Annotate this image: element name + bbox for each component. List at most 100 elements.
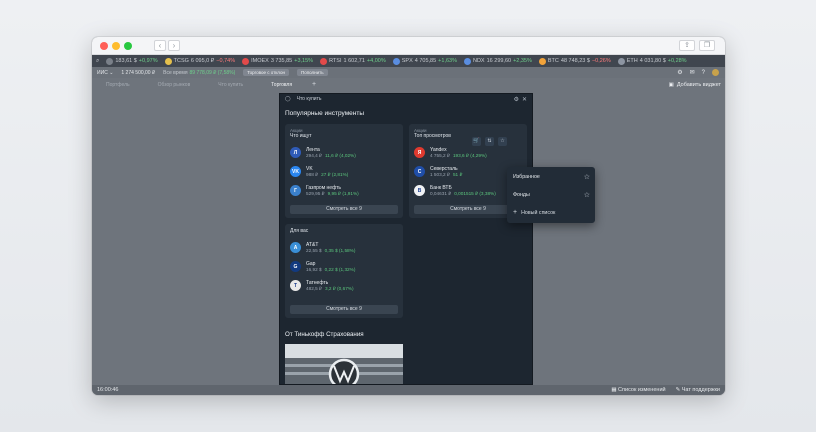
close-window-button[interactable]: [100, 42, 108, 50]
dropdown-item-label: Избранное: [513, 174, 540, 180]
tab-market-overview[interactable]: Обзор рынков: [158, 82, 191, 88]
tab-what-to-buy[interactable]: Что купить: [218, 82, 243, 88]
ticker-item[interactable]: BTC 48 748,23 $ −0,26%: [538, 57, 611, 65]
cart-icon[interactable]: 🛒: [472, 137, 481, 146]
tab-trading[interactable]: Торговля: [271, 82, 292, 88]
ticker-name: SPX: [401, 58, 413, 64]
ticker-price: 3 735,85: [270, 58, 293, 64]
ticker-name: ETH: [626, 58, 638, 64]
see-all-button[interactable]: Смотреть все 9: [414, 205, 522, 214]
account-bar: ИИС ⌄ 1 274 500,00 ₽ Все время 89 778,09…: [92, 67, 725, 78]
help-icon[interactable]: ?: [702, 70, 705, 76]
ticker-icon: [463, 57, 471, 65]
star-icon[interactable]: ☆: [584, 191, 590, 199]
widget-title: Популярные инструменты: [285, 110, 365, 117]
maximize-window-button[interactable]: [124, 42, 132, 50]
title-bar: ‹ › ⇪ ❐: [92, 37, 725, 55]
ticker-icon: [164, 57, 172, 65]
search-icon[interactable]: ⌕: [96, 58, 99, 65]
instrument-change: 27 ₽ (2,81%): [321, 171, 349, 177]
compare-icon[interactable]: ⇅: [485, 137, 494, 146]
ticker-name: NDX: [472, 58, 485, 64]
instrument-change: 51 ₽: [452, 171, 463, 177]
account-selector[interactable]: ИИС ⌄: [97, 70, 113, 76]
browser-window: ‹ › ⇪ ❐ ⌕ 183,61 $ +0,97% TCSG 6 095,0 ₽ −0,…: [92, 37, 725, 395]
instrument-change: 9,95 ₽ (1,91%): [327, 190, 359, 196]
instrument-change: 11,6 ₽ (4,02%): [325, 152, 356, 158]
settings-icon[interactable]: ⚙: [677, 69, 682, 76]
instrument-row[interactable]: В Банк ВТБ 0,04631 ₽0,001515 ₽ (3,38%): [414, 181, 522, 200]
ticker-change: +1,63%: [438, 58, 457, 64]
card-for-you: Для вас A AT&T 22,55 $0,35 $ (1,58%) G Gap 16,…: [285, 224, 403, 318]
instrument-row[interactable]: Г Газпром нефть 529,95 ₽9,95 ₽ (1,91%): [290, 181, 398, 200]
new-list-button[interactable]: + Новый список: [513, 209, 590, 216]
instrument-change: 0,001515 ₽ (3,38%): [454, 190, 496, 196]
minimize-window-button[interactable]: [112, 42, 120, 50]
ticker-price: 4 031,80 $: [639, 58, 666, 64]
ticker-item[interactable]: ETH 4 031,80 $ +0,28%: [617, 57, 687, 65]
plus-icon: +: [513, 209, 518, 216]
trade-chip[interactable]: Торговое с отклон: [243, 69, 289, 76]
instrument-price: 529,95 ₽: [306, 190, 325, 196]
changelog-link[interactable]: ▦ Список изменений: [611, 387, 665, 393]
dropdown-item-funds[interactable]: Фонды ☆: [513, 191, 590, 199]
dropdown-item-favorites[interactable]: Избранное ☆: [513, 173, 590, 181]
deposit-button[interactable]: Пополнить: [296, 69, 328, 76]
ticker-item[interactable]: TCSG 6 095,0 ₽ −0,74%: [164, 57, 235, 65]
instrument-logo-icon: Г: [290, 185, 301, 196]
forward-icon[interactable]: ›: [168, 40, 180, 51]
ticker-item[interactable]: IMOEX 3 735,85 +3,15%: [242, 57, 314, 65]
ticker-name: IMOEX: [251, 58, 269, 64]
promo-image[interactable]: [285, 344, 403, 384]
instrument-logo-icon: G: [290, 261, 301, 272]
widget-header-title: Что купить: [296, 96, 322, 102]
instrument-logo-icon: VK: [290, 166, 301, 177]
ticker-item[interactable]: NDX 16 299,60 +2,35%: [463, 57, 532, 65]
ticker-change: +3,15%: [294, 58, 314, 64]
ticker-icon: [392, 57, 400, 65]
instrument-row[interactable]: С Северсталь 1 503,2 ₽51 ₽: [414, 162, 522, 181]
share-icon[interactable]: ⇪: [679, 40, 695, 51]
workspace-tabs: Портфель Обзор рынков Что купить Торговл…: [92, 78, 725, 91]
back-icon[interactable]: ‹: [154, 40, 166, 51]
instrument-row[interactable]: A AT&T 22,55 $0,35 $ (1,58%): [290, 238, 398, 257]
mail-icon[interactable]: ✉: [690, 69, 695, 76]
add-tab-icon[interactable]: +: [312, 81, 316, 88]
new-list-label: Новый список: [521, 209, 556, 216]
avatar[interactable]: [712, 69, 719, 76]
ticker-item[interactable]: 183,61 $ +0,97%: [106, 57, 158, 65]
ticker-item[interactable]: SPX 4 705,85 +1,63%: [392, 57, 457, 65]
close-icon[interactable]: ✕: [522, 96, 527, 103]
ticker-icon: [320, 57, 328, 65]
ticker-change: +2,35%: [513, 58, 532, 64]
instrument-row[interactable]: VK VK 988 ₽27 ₽ (2,81%): [290, 162, 398, 181]
star-icon[interactable]: ☆: [584, 173, 590, 181]
instrument-price: 482,5 ₽: [306, 285, 323, 291]
instrument-price: 16,92 $: [306, 267, 322, 272]
tabs-overview-icon[interactable]: ❐: [699, 40, 715, 51]
star-icon[interactable]: ☆: [498, 137, 507, 146]
favorites-dropdown: Избранное ☆ Фонды ☆ + Новый список: [507, 167, 595, 223]
ticker-price: 183,61 $: [115, 58, 137, 64]
ticker-item[interactable]: RTSI 1 602,71 +4,00%: [320, 57, 386, 65]
instrument-price: 988 ₽: [306, 171, 319, 177]
ticker-change: +0,28%: [667, 58, 687, 64]
add-widget-button[interactable]: ▣ Добавить виджет: [669, 82, 721, 88]
instrument-row[interactable]: G Gap 16,92 $0,22 $ (1,32%): [290, 257, 398, 276]
ticker-icon: [617, 57, 625, 65]
instrument-price: 4 755,2 ₽: [430, 152, 450, 158]
instrument-row[interactable]: Т Татнефть 482,5 ₽3,2 ₽ (0,67%): [290, 276, 398, 295]
card-subtitle: Для вас: [290, 228, 309, 234]
support-chat-link[interactable]: ✎ Чат поддержки: [676, 387, 720, 393]
see-all-button[interactable]: Смотреть все 9: [290, 205, 398, 214]
instrument-row[interactable]: Л Лента 294,4 ₽11,6 ₽ (4,02%): [290, 143, 398, 162]
ticker-change: −0,26%: [591, 58, 611, 64]
instrument-price: 294,4 ₽: [306, 152, 323, 158]
tab-portfolio[interactable]: Портфель: [106, 82, 130, 88]
ticker-price: 1 602,71: [343, 58, 365, 64]
instrument-logo-icon: С: [414, 166, 425, 177]
changelog-label: Список изменений: [618, 387, 666, 393]
instrument-change: 193,6 ₽ (4,29%): [452, 152, 487, 158]
gear-icon[interactable]: ⚙: [514, 96, 519, 103]
see-all-button[interactable]: Смотреть все 9: [290, 305, 398, 314]
